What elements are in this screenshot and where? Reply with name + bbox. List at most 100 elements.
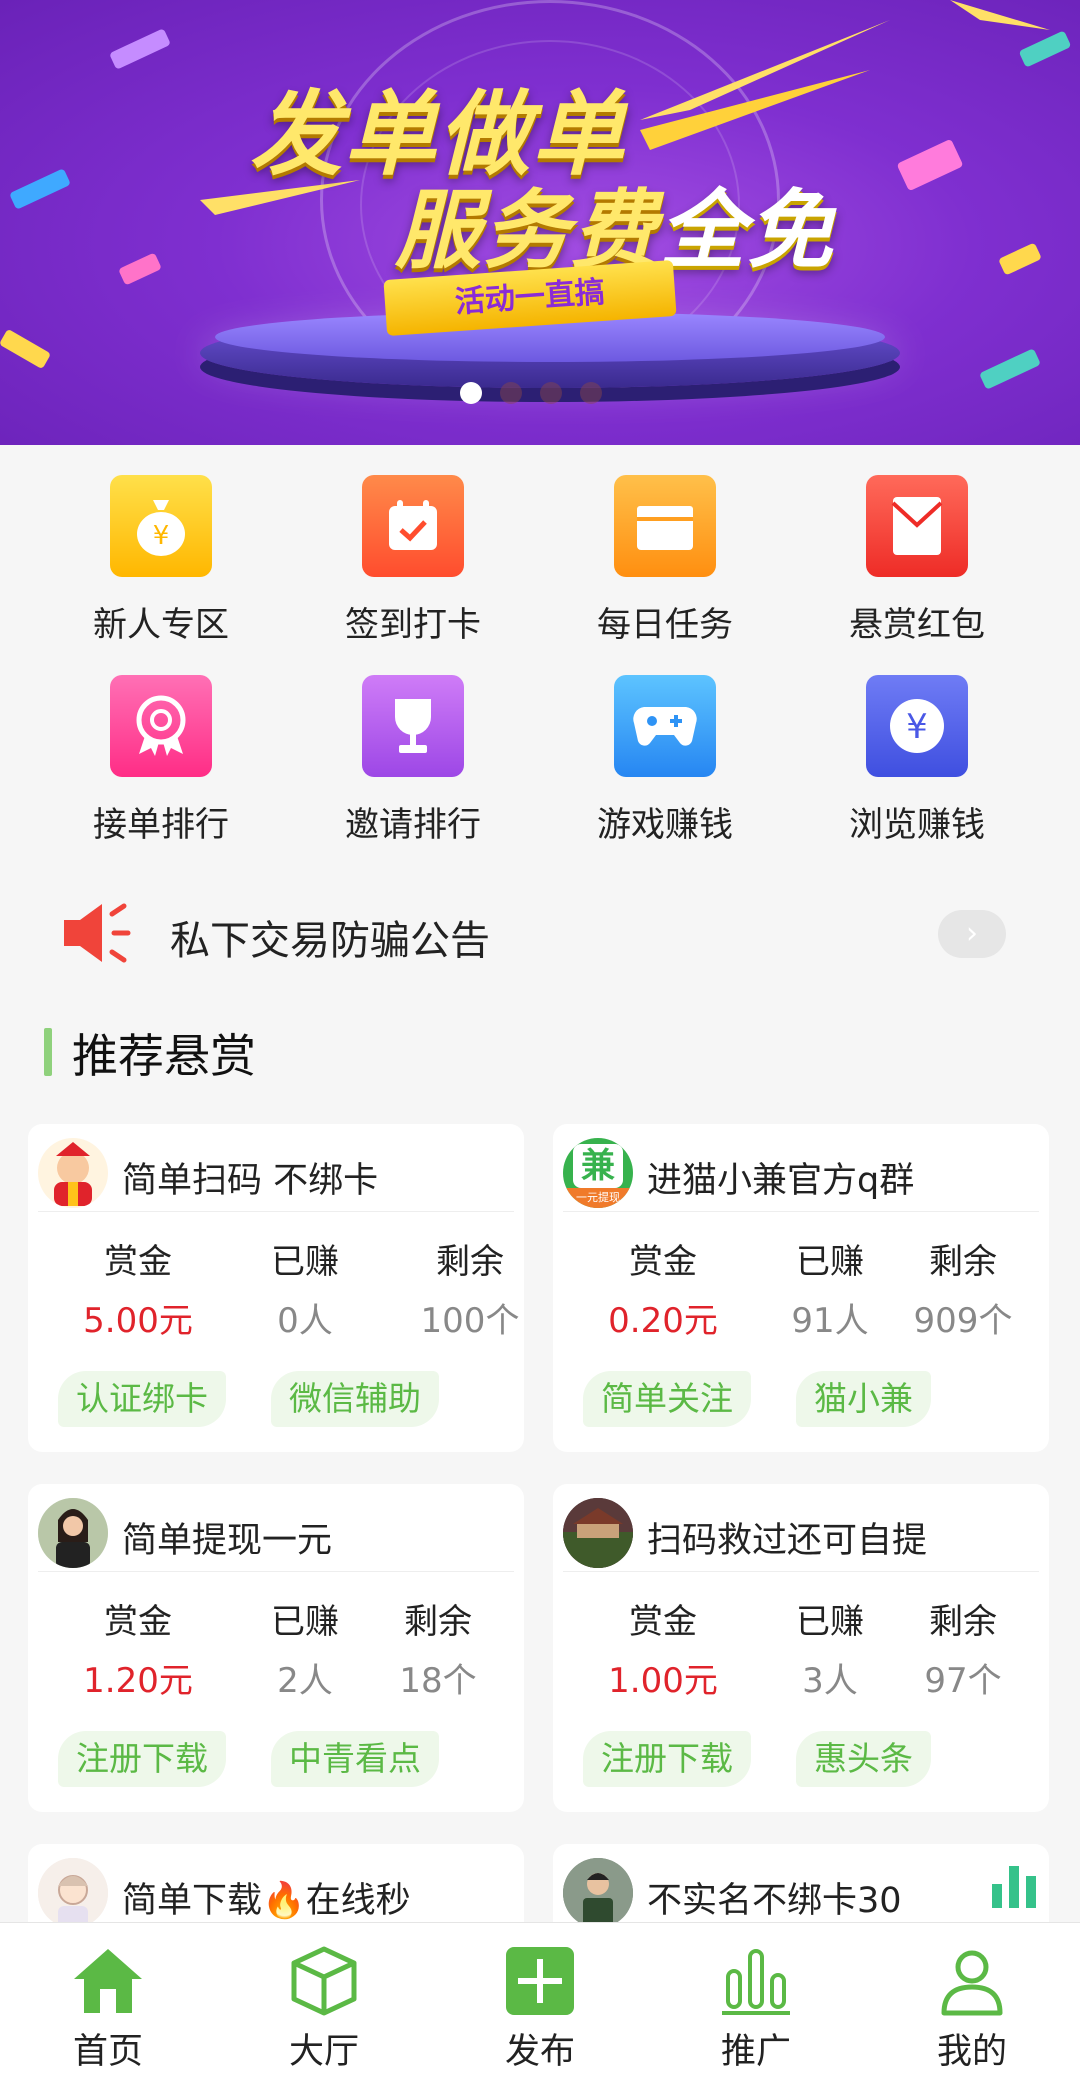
task-tag: 简单关注 bbox=[583, 1371, 751, 1427]
carousel-dot[interactable] bbox=[460, 382, 482, 404]
avatar bbox=[563, 1858, 633, 1922]
section-accent-bar bbox=[44, 1028, 52, 1076]
card-header: 简单扫码 不绑卡 bbox=[38, 1138, 514, 1212]
task-tag: 微信辅助 bbox=[271, 1371, 439, 1427]
earned-value: 0人 bbox=[277, 1301, 333, 1341]
task-tag: 猫小兼 bbox=[796, 1371, 931, 1427]
task-card[interactable]: 简单提现一元 赏金 1.20元 已赚 2人 剩余 18个 注册下载 中青看点 bbox=[28, 1484, 524, 1812]
avatar bbox=[563, 1498, 633, 1568]
card-header: 不实名不绑卡30 bbox=[563, 1858, 1039, 1922]
earned-stat: 已赚 0人 bbox=[225, 1234, 385, 1342]
chevron-right-icon[interactable]: › bbox=[938, 910, 1006, 958]
stat-label: 赏金 bbox=[629, 1242, 697, 1282]
card-title: 不实名不绑卡30 bbox=[647, 1881, 902, 1921]
avatar bbox=[38, 1858, 108, 1922]
grid-item-red-envelope[interactable]: 悬赏红包 bbox=[817, 475, 1017, 646]
grid-item-label: 新人专区 bbox=[93, 605, 229, 645]
card-title: 扫码救过还可自提 bbox=[647, 1521, 928, 1561]
grid-item-label: 游戏赚钱 bbox=[597, 805, 733, 845]
tab-label: 首页 bbox=[72, 2032, 143, 2072]
task-card[interactable]: 简单扫码 不绑卡 赏金 5.00元 已赚 0人 剩余 100个 认证绑卡 微信辅… bbox=[28, 1124, 524, 1452]
grid-item-label: 接单排行 bbox=[93, 805, 229, 845]
medal-icon bbox=[110, 675, 212, 777]
grid-item-newbie[interactable]: ¥ 新人专区 bbox=[61, 475, 261, 646]
task-tag: 认证绑卡 bbox=[58, 1371, 226, 1427]
carousel-dot[interactable] bbox=[500, 382, 522, 404]
card-header: 兼 一元提现 进猫小兼官方q群 bbox=[563, 1138, 1039, 1212]
stat-label: 赏金 bbox=[104, 1242, 172, 1282]
tab-promote[interactable]: 推广 bbox=[648, 1923, 864, 2084]
avatar bbox=[38, 1498, 108, 1568]
carousel-dot[interactable] bbox=[580, 382, 602, 404]
section-title: 推荐悬赏 bbox=[72, 1029, 256, 1083]
tab-mine[interactable]: 我的 bbox=[864, 1923, 1080, 2084]
tab-hall[interactable]: 大厅 bbox=[216, 1923, 432, 2084]
task-box-icon bbox=[614, 475, 716, 577]
trophy-icon bbox=[362, 675, 464, 777]
grid-item-label: 签到打卡 bbox=[345, 605, 481, 645]
task-tag: 中青看点 bbox=[271, 1731, 439, 1787]
user-icon bbox=[941, 1950, 1003, 2016]
grid-item-daily-task[interactable]: 每日任务 bbox=[565, 475, 765, 646]
tab-home[interactable]: 首页 bbox=[0, 1923, 216, 2084]
tab-label: 我的 bbox=[936, 2032, 1007, 2072]
remaining-value: 100个 bbox=[420, 1301, 520, 1341]
plus-square-icon bbox=[506, 1947, 574, 2015]
notice-text: 私下交易防骗公告 bbox=[170, 918, 490, 964]
stat-label: 已赚 bbox=[271, 1242, 339, 1282]
task-tag: 惠头条 bbox=[796, 1731, 931, 1787]
grid-item-label: 浏览赚钱 bbox=[849, 805, 985, 845]
avatar: 兼 一元提现 bbox=[563, 1138, 633, 1208]
bar-chart-float-icon[interactable] bbox=[990, 1862, 1038, 1910]
yen-coin-icon: ¥ bbox=[866, 675, 968, 777]
svg-text:¥: ¥ bbox=[906, 707, 928, 747]
reward-stat: 赏金 1.00元 bbox=[583, 1594, 743, 1702]
task-card[interactable]: 扫码救过还可自提 赏金 1.00元 已赚 3人 剩余 97个 注册下载 惠头条 bbox=[553, 1484, 1049, 1812]
carousel-indicator bbox=[460, 382, 602, 404]
tab-label: 推广 bbox=[720, 2032, 791, 2072]
notice-bar[interactable]: 私下交易防骗公告 › bbox=[0, 880, 1080, 990]
gamepad-icon bbox=[614, 675, 716, 777]
grid-item-checkin[interactable]: 签到打卡 bbox=[313, 475, 513, 646]
grid-item-label: 每日任务 bbox=[597, 605, 733, 645]
banner-subheadline-highlight: 全免 bbox=[659, 181, 835, 281]
card-title: 简单提现一元 bbox=[122, 1521, 333, 1561]
stat-label: 剩余 bbox=[436, 1242, 504, 1282]
avatar bbox=[38, 1138, 108, 1208]
task-card[interactable]: 不实名不绑卡30 bbox=[553, 1844, 1049, 1922]
reward-value: 0.20元 bbox=[608, 1301, 718, 1341]
task-card[interactable]: 兼 一元提现 进猫小兼官方q群 赏金 0.20元 已赚 91人 剩余 909个 … bbox=[553, 1124, 1049, 1452]
remaining-value: 18个 bbox=[399, 1661, 477, 1701]
reward-stat: 赏金 5.00元 bbox=[58, 1234, 218, 1342]
stat-label: 赏金 bbox=[104, 1602, 172, 1642]
carousel-dot[interactable] bbox=[540, 382, 562, 404]
tab-publish[interactable]: 发布 bbox=[432, 1923, 648, 2084]
avatar-subtext: 一元提现 bbox=[563, 1188, 633, 1208]
red-envelope-icon bbox=[866, 475, 968, 577]
reward-value: 5.00元 bbox=[83, 1301, 193, 1341]
tab-label: 发布 bbox=[504, 2032, 575, 2072]
cube-icon bbox=[291, 1946, 357, 2016]
promo-banner[interactable]: 发单做单 服务费全免 活动一直搞 bbox=[0, 0, 1080, 445]
card-title: 进猫小兼官方q群 bbox=[647, 1161, 915, 1201]
grid-item-label: 悬赏红包 bbox=[849, 605, 985, 645]
feature-grid: ¥ 新人专区 签到打卡 每日任务 悬赏红包 接单排行 邀请排行 游戏赚钱 ¥ 浏… bbox=[0, 445, 1080, 845]
remaining-stat: 剩余 100个 bbox=[390, 1234, 524, 1342]
reward-value: 1.00元 bbox=[608, 1661, 718, 1701]
task-tag: 注册下载 bbox=[58, 1731, 226, 1787]
remaining-stat: 剩余 909个 bbox=[883, 1234, 1043, 1342]
tab-label: 大厅 bbox=[288, 2032, 359, 2072]
grid-item-browse-earn[interactable]: ¥ 浏览赚钱 bbox=[817, 675, 1017, 846]
reward-stat: 赏金 0.20元 bbox=[583, 1234, 743, 1342]
stat-label: 剩余 bbox=[929, 1602, 997, 1642]
task-card[interactable]: 简单下载🔥在线秒 bbox=[28, 1844, 524, 1922]
stat-label: 剩余 bbox=[404, 1602, 472, 1642]
megaphone-icon bbox=[64, 903, 131, 963]
grid-item-game-earn[interactable]: 游戏赚钱 bbox=[565, 675, 765, 846]
grid-item-invite-rank[interactable]: 邀请排行 bbox=[313, 675, 513, 846]
reward-stat: 赏金 1.20元 bbox=[58, 1594, 218, 1702]
task-tag: 注册下载 bbox=[583, 1731, 751, 1787]
bottom-tab-bar: 首页 大厅 发布 推广 我的 bbox=[0, 1922, 1080, 2084]
grid-item-order-rank[interactable]: 接单排行 bbox=[61, 675, 261, 846]
stat-label: 剩余 bbox=[929, 1242, 997, 1282]
